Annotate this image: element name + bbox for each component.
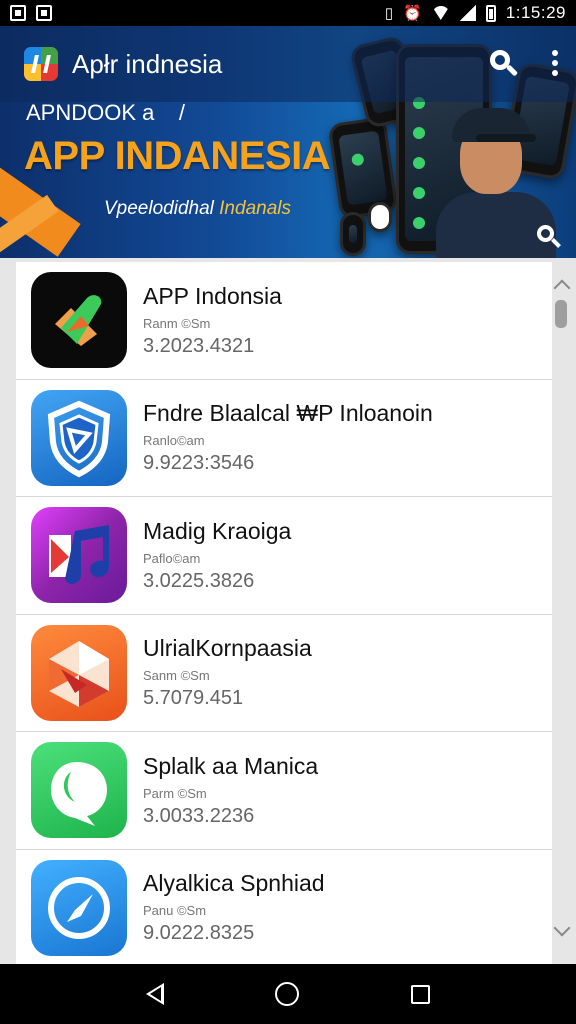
app-subtitle: Panu ©Sm — [143, 903, 207, 919]
chat-bubble-icon — [31, 742, 127, 839]
app-list: APP Indonsia Ranm ©Sm 3.2023.4321 Fndre … — [16, 262, 552, 964]
list-item-text: Fndre Blaalcal ₩P Inloanoin Ranlo©am 9.9… — [143, 400, 433, 475]
signal-icon — [459, 5, 476, 21]
home-icon[interactable] — [275, 982, 300, 1006]
app-name: UlrialKornpaasia — [143, 635, 312, 662]
status-right: ▯ ⏰ 1:15:29 — [385, 3, 566, 23]
app-version: 9.0222.8325 — [143, 922, 255, 945]
phone-illustration — [340, 212, 366, 256]
app-version: 3.0033.2236 — [143, 804, 255, 827]
app-version: 5.7079.451 — [143, 687, 244, 710]
banner-tagline-b: Indanals — [219, 198, 291, 219]
app-subtitle: Ranm ©Sm — [143, 315, 211, 331]
check-swish-icon — [31, 272, 127, 369]
list-item[interactable]: Madig Kraoiga Paflo©am 3.0225.3826 — [16, 497, 552, 615]
scroll-thumb[interactable] — [555, 300, 567, 328]
puzzle-icon — [31, 624, 127, 721]
status-bar: ▯ ⏰ 1:15:29 — [0, 0, 576, 26]
banner-tagline: Vpeelodidhal Indanals — [104, 198, 291, 220]
app-version: 9.9223:3546 — [143, 452, 255, 475]
vibrate-icon: ▯ — [384, 4, 394, 22]
wifi-icon — [431, 6, 450, 20]
app-version: 3.2023.4321 — [143, 334, 255, 357]
scrollbar[interactable] — [552, 262, 576, 964]
app-name: Fndre Blaalcal ₩P Inloanoin — [143, 400, 433, 427]
list-item-text: Madig Kraoiga Paflo©am 3.0225.3826 — [143, 518, 291, 593]
image-icon — [36, 5, 52, 21]
app-bar: Apłr indnesia — [0, 26, 576, 102]
list-item-text: Alyalkica Spnhiad Panu ©Sm 9.0222.8325 — [143, 870, 325, 945]
recents-icon[interactable] — [411, 984, 431, 1004]
header-banner: Apłr indnesia APNDOOK a / APP INDANESIA … — [0, 26, 576, 258]
banner-tagline-a: Vpeelodidhal — [104, 198, 220, 219]
music-note-icon — [31, 507, 127, 604]
shield-icon — [31, 389, 127, 486]
search-button[interactable] — [488, 48, 519, 78]
chevron-up-icon[interactable] — [553, 279, 571, 297]
phone-illustration — [368, 202, 392, 232]
app-name: Madig Kraoiga — [143, 517, 292, 544]
battery-icon — [485, 4, 496, 22]
status-time: 1:15:29 — [505, 3, 566, 22]
list-item[interactable]: UlrialKornpaasia Sanm ©Sm 5.7079.451 — [16, 615, 552, 732]
status-left — [10, 5, 52, 21]
overflow-menu-button[interactable] — [552, 50, 558, 76]
app-title: Apłr indnesia — [72, 48, 223, 79]
alarm-icon: ⏰ — [403, 4, 422, 22]
image-icon — [10, 5, 26, 21]
banner-subtitle: APNDOOK a / — [26, 100, 185, 125]
list-item-text: UlrialKornpaasia Sanm ©Sm 5.7079.451 — [143, 635, 312, 710]
banner-search-button[interactable] — [536, 224, 562, 250]
banner-headline: APP INDANESIA — [24, 134, 331, 178]
app-subtitle: Ranlo©am — [143, 433, 205, 449]
chevron-down-icon[interactable] — [553, 919, 571, 937]
list-item[interactable]: Splalk aa Manica Parm ©Sm 3.0033.2236 — [16, 732, 552, 850]
list-item[interactable]: APP Indonsia Ranm ©Sm 3.2023.4321 — [16, 262, 552, 380]
app-logo-icon — [24, 47, 58, 81]
app-bar-actions — [488, 48, 558, 78]
list-item-text: APP Indonsia Ranm ©Sm 3.2023.4321 — [143, 283, 282, 358]
app-name: APP Indonsia — [143, 282, 282, 309]
screen: ▯ ⏰ 1:15:29 Apłr indnesia APNDOOK a / AP… — [0, 0, 576, 1024]
app-name: Alyalkica Spnhiad — [143, 870, 325, 897]
back-icon[interactable] — [145, 983, 164, 1005]
list-item[interactable]: Alyalkica Spnhiad Panu ©Sm 9.0222.8325 — [16, 850, 552, 965]
app-subtitle: Sanm ©Sm — [143, 668, 210, 684]
app-version: 3.0225.3826 — [143, 569, 255, 592]
navigation-bar — [0, 964, 576, 1024]
app-name: Splalk aa Manica — [143, 752, 319, 779]
app-subtitle: Paflo©am — [143, 550, 201, 566]
list-item[interactable]: Fndre Blaalcal ₩P Inloanoin Ranlo©am 9.9… — [16, 380, 552, 497]
compass-icon — [31, 859, 127, 956]
list-item-text: Splalk aa Manica Parm ©Sm 3.0033.2236 — [143, 753, 318, 828]
app-subtitle: Parm ©Sm — [143, 785, 207, 801]
